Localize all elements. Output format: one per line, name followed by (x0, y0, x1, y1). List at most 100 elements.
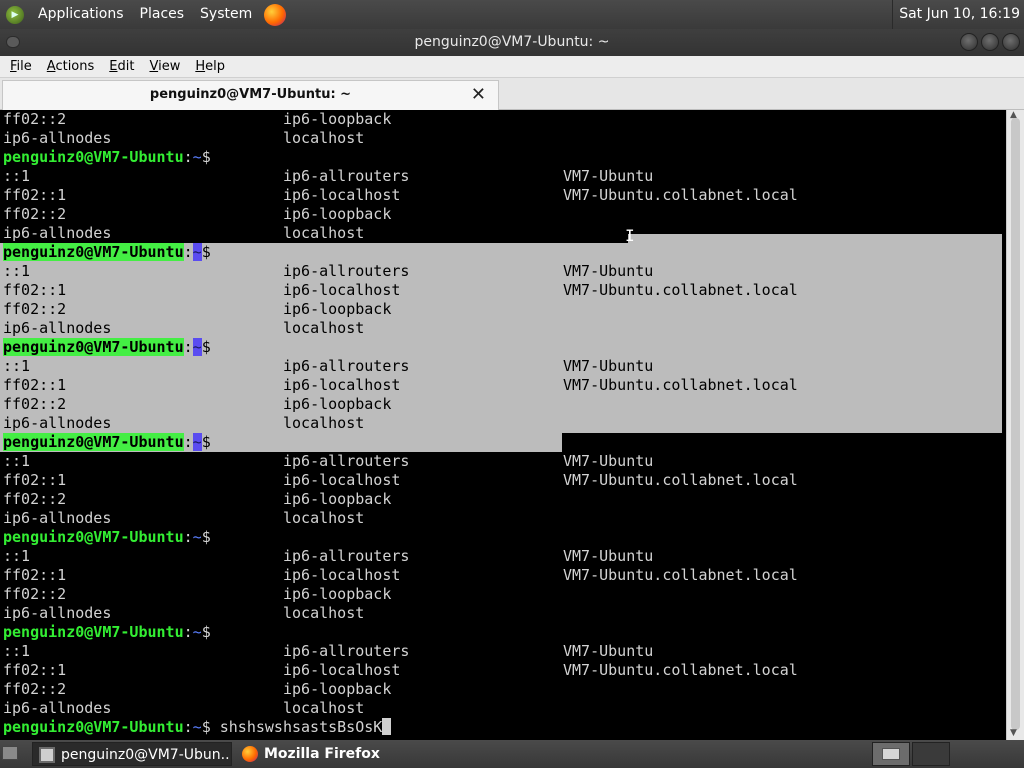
menu-edit[interactable]: Edit (104, 59, 139, 74)
terminal-output-line: ff02::2 ip6-loopback (3, 490, 1003, 509)
terminal-output-cell: ::1 (3, 642, 31, 660)
terminal-output-cell: VM7-Ubuntu (563, 547, 654, 565)
prompt-symbol: $ (201, 623, 211, 641)
terminal-output-cell: ip6-localhost (283, 376, 401, 394)
show-desktop-icon[interactable] (2, 746, 18, 760)
prompt-directory: ~ (192, 338, 202, 356)
taskbar-item-label: penguinz0@VM7-Ubun... (61, 747, 232, 763)
terminal-output-line: ::1 ip6-allrouters VM7-Ubuntu (3, 452, 1003, 471)
terminal-output-cell: ip6-allrouters (283, 452, 410, 470)
text-cursor (382, 718, 392, 735)
menu-view[interactable]: View (144, 59, 185, 74)
terminal-prompt-line: penguinz0@VM7-Ubuntu:~$ (3, 243, 1003, 262)
places-menu[interactable]: Places (132, 0, 193, 29)
scroll-down-icon[interactable]: ▼ (1010, 728, 1017, 738)
terminal-output-cell: ip6-localhost (283, 471, 401, 489)
menu-bar: File Actions Edit View Help (0, 56, 1024, 78)
prompt-directory: ~ (192, 623, 202, 641)
terminal-output-cell: ip6-allnodes (3, 319, 112, 337)
menu-help-label: elp (205, 59, 225, 74)
prompt-symbol: $ (201, 338, 211, 356)
prompt-user-host: penguinz0@VM7-Ubuntu (3, 528, 184, 546)
firefox-icon (242, 746, 258, 762)
prompt-directory: ~ (192, 243, 202, 261)
menu-actions[interactable]: Actions (42, 59, 100, 74)
terminal-output-line: ip6-allnodes localhost (3, 509, 1003, 528)
terminal-output-line: ::1 ip6-allrouters VM7-Ubuntu (3, 642, 1003, 661)
terminal-scrollbar[interactable]: ▲ ▼ (1006, 110, 1024, 740)
workspace-window-thumb (882, 748, 900, 760)
terminal-output-cell: VM7-Ubuntu (563, 357, 654, 375)
terminal-output-cell: ip6-loopback (283, 585, 392, 603)
prompt-separator: : (183, 338, 193, 356)
terminal-output-line: ff02::2 ip6-loopback (3, 680, 1003, 699)
menu-help-mnemonic: H (195, 59, 206, 74)
taskbar-item-terminal[interactable]: penguinz0@VM7-Ubun... (32, 742, 232, 766)
terminal-output-cell: ff02::1 (3, 186, 67, 204)
terminal-output-cell: ip6-loopback (283, 490, 392, 508)
firefox-launcher-icon[interactable] (264, 3, 287, 26)
menu-file[interactable]: File (5, 59, 37, 74)
terminal-input-line: penguinz0@VM7-Ubuntu:~$ shshswshsastsBsO… (3, 718, 1003, 737)
terminal-output-line: ff02::1 ip6-localhost VM7-Ubuntu.collabnet… (3, 661, 1003, 680)
tab-bar: penguinz0@VM7-Ubuntu: ~ ✕ (0, 78, 1024, 110)
prompt-symbol: $ (201, 528, 211, 546)
close-window-button[interactable] (1002, 33, 1020, 51)
terminal-output-line: ff02::2 ip6-loopback (3, 585, 1003, 604)
prompt-symbol: $ (201, 148, 211, 166)
terminal-output-cell: ff02::2 (3, 205, 67, 223)
terminal-output-cell: ff02::1 (3, 566, 67, 584)
terminal-output-line: ::1 ip6-allrouters VM7-Ubuntu (3, 357, 1003, 376)
terminal-output-cell: VM7-Ubuntu.collabnet.local (563, 566, 798, 584)
taskbar-item-firefox[interactable]: Mozilla Firefox (236, 742, 456, 766)
scrollbar-thumb[interactable] (1011, 118, 1020, 730)
terminal-output-cell: ip6-loopback (283, 300, 392, 318)
terminal-output-cell: ::1 (3, 547, 31, 565)
menu-file-label: ile (16, 59, 32, 74)
terminal-output-cell: ip6-loopback (283, 680, 392, 698)
terminal-output-cell: VM7-Ubuntu (563, 642, 654, 660)
terminal-output-line: ::1 ip6-allrouters VM7-Ubuntu (3, 167, 1003, 186)
applications-menu-icon[interactable]: ▶ (6, 5, 24, 24)
terminal-area[interactable]: ff02::2 ip6-loopback ip6-allnodes localhost… (0, 110, 1006, 740)
clock[interactable]: Sat Jun 10, 16:19 (892, 0, 1024, 29)
window-title: penguinz0@VM7-Ubuntu: ~ (414, 34, 610, 50)
terminal-output-cell: localhost (283, 414, 365, 432)
terminal-output-cell: localhost (283, 129, 365, 147)
terminal-prompt-line: penguinz0@VM7-Ubuntu:~$ (3, 148, 1003, 167)
terminal-icon (39, 747, 55, 763)
terminal-output-line: ::1 ip6-allrouters VM7-Ubuntu (3, 262, 1003, 281)
terminal-output-cell: VM7-Ubuntu.collabnet.local (563, 281, 798, 299)
prompt-directory: ~ (192, 433, 202, 451)
terminal-output-cell: ip6-allnodes (3, 414, 112, 432)
maximize-button[interactable] (981, 33, 999, 51)
menu-edit-label: dit (117, 59, 135, 74)
minimize-button[interactable] (960, 33, 978, 51)
menu-help[interactable]: Help (190, 59, 230, 74)
prompt-user-host: penguinz0@VM7-Ubuntu (3, 433, 184, 451)
terminal-tab[interactable]: penguinz0@VM7-Ubuntu: ~ ✕ (2, 80, 499, 110)
terminal-output-cell: ::1 (3, 452, 31, 470)
window-titlebar[interactable]: penguinz0@VM7-Ubuntu: ~ (0, 29, 1024, 56)
terminal-output-cell: VM7-Ubuntu (563, 452, 654, 470)
terminal-output-line: ff02::1 ip6-localhost VM7-Ubuntu.collabnet… (3, 186, 1003, 205)
window-menu-icon[interactable] (6, 36, 20, 48)
terminal-output-line: ff02::2 ip6-loopback (3, 205, 1003, 224)
terminal-output-cell: VM7-Ubuntu.collabnet.local (563, 661, 798, 679)
applications-menu[interactable]: Applications (30, 0, 132, 29)
close-tab-icon[interactable]: ✕ (471, 81, 486, 109)
terminal-output-cell: ff02::1 (3, 376, 67, 394)
workspace-1[interactable] (872, 742, 910, 766)
terminal-output-cell: ::1 (3, 167, 31, 185)
terminal-output-cell: localhost (283, 699, 365, 717)
prompt-user-host: penguinz0@VM7-Ubuntu (3, 718, 184, 736)
terminal-command-input[interactable]: shshswshsastsBsOsK (211, 718, 383, 736)
taskbar-item-label: Mozilla Firefox (264, 746, 380, 762)
system-menu[interactable]: System (192, 0, 260, 29)
menu-view-mnemonic: V (149, 59, 159, 74)
terminal-output-cell: ip6-localhost (283, 186, 401, 204)
terminal-output-line: ff02::1 ip6-localhost VM7-Ubuntu.collabnet… (3, 471, 1003, 490)
prompt-directory: ~ (192, 148, 202, 166)
workspace-2[interactable] (912, 742, 950, 766)
prompt-directory: ~ (192, 718, 202, 736)
